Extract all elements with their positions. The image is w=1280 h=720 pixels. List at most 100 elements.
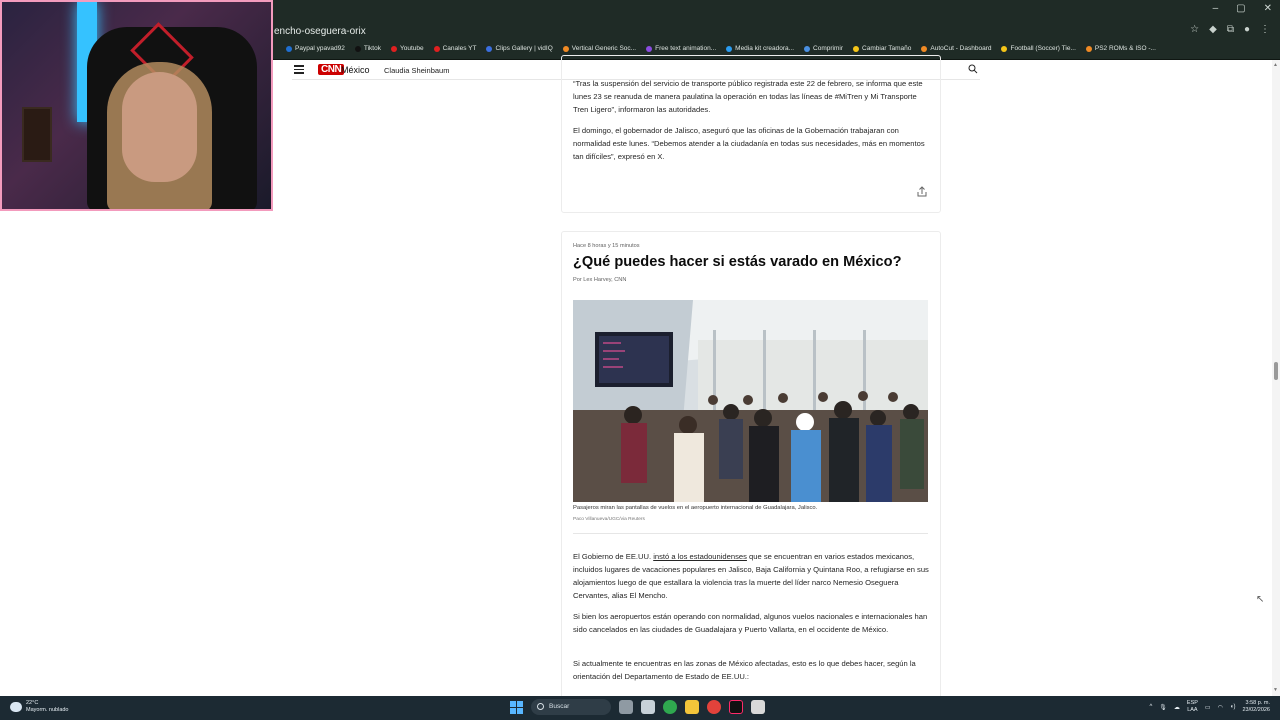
taskbar: 22°C Mayorm. nublado Buscar ^ 🎙 ☁ ESP LA… — [0, 696, 1280, 720]
scroll-up-arrow-icon[interactable]: ▲ — [1273, 62, 1278, 68]
bookmark-item[interactable]: Cambiar Tamaño — [853, 45, 911, 52]
bookmark-favicon-icon — [804, 45, 811, 52]
clock[interactable]: 3:58 p. m. 23/02/2026 — [1242, 700, 1270, 714]
cloud-icon — [10, 702, 22, 712]
maximize-button[interactable]: ▢ — [1236, 3, 1245, 14]
bookmark-item[interactable]: Youtube — [390, 45, 424, 52]
chevron-up-icon[interactable]: ^ — [1149, 704, 1152, 710]
extensions-puzzle-icon[interactable]: ⧉ — [1227, 24, 1234, 35]
bookmark-favicon-icon — [433, 45, 440, 52]
paragraph: El Gobierno de EE.UU. instó a los estado… — [573, 550, 929, 602]
share-icon[interactable] — [916, 186, 928, 198]
bookmark-label: Clips Gallery | vidIQ — [495, 45, 553, 52]
bookmark-label: Canales YT — [442, 45, 477, 52]
menu-dots-icon[interactable]: ⋮ — [1260, 24, 1270, 35]
airport-scene-image — [573, 300, 928, 502]
bookmark-label: Youtube — [399, 45, 424, 52]
wall-frame — [22, 107, 52, 162]
bookmark-item[interactable]: Vertical Generic Soc... — [562, 45, 637, 52]
link-us-citizens[interactable]: instó a los estadounidenses — [653, 552, 747, 561]
bookmark-item[interactable]: AutoCut - Dashboard — [921, 45, 991, 52]
clock-time: 3:58 p. m. — [1245, 700, 1270, 706]
bookmark-favicon-icon — [286, 45, 292, 52]
bookmark-favicon-icon — [486, 45, 493, 52]
close-button[interactable]: ✕ — [1264, 3, 1272, 14]
windows-start-icon[interactable] — [510, 700, 523, 714]
tiktok-icon[interactable] — [729, 700, 743, 714]
cloud-sync-icon[interactable]: ☁ — [1174, 704, 1180, 711]
microphone-icon[interactable]: 🎙 — [1159, 704, 1167, 711]
file-explorer-icon[interactable] — [685, 700, 699, 714]
extension-icon[interactable]: ◆ — [1209, 24, 1217, 35]
search-icon[interactable] — [968, 64, 978, 74]
bookmark-label: AutoCut - Dashboard — [930, 45, 992, 52]
bookmark-favicon-icon — [1001, 45, 1008, 52]
bookmark-favicon-icon — [853, 45, 860, 52]
bookmark-item[interactable]: Football (Soccer) Tie... — [1001, 45, 1076, 52]
bookmark-label: Football (Soccer) Tie... — [1010, 45, 1076, 52]
search-label: Buscar — [549, 703, 570, 710]
webcam-overlay — [0, 0, 273, 211]
bookmark-favicon-icon — [390, 45, 397, 52]
bookmark-favicon-icon — [1085, 45, 1092, 52]
bookmark-label: Tiktok — [363, 45, 381, 52]
streamer-face — [122, 72, 197, 182]
bookmark-favicon-icon — [921, 45, 928, 52]
headline[interactable]: ¿Qué puedes hacer si estás varado en Méx… — [573, 254, 902, 270]
bookmark-item[interactable]: Tiktok — [354, 45, 381, 52]
bookmark-item[interactable]: Clips Gallery | vidIQ — [486, 45, 553, 52]
window-controls: – ▢ ✕ — [1213, 3, 1272, 14]
bookmark-item[interactable]: Canales YT — [433, 45, 477, 52]
bookmark-star-icon[interactable]: ☆ — [1190, 24, 1199, 35]
byline: Por Lex Harvey, CNN — [573, 277, 627, 283]
screen: – ▢ ✕ encho-oseguera-orix ☆ ◆ ⧉ ● ⋮ Payp… — [0, 0, 1280, 720]
timestamp: Hace 8 horas y 15 minutos — [573, 243, 640, 249]
edition-label[interactable]: México — [341, 65, 370, 75]
bookmark-item[interactable]: Free text animation... — [646, 45, 716, 52]
bookmark-favicon-icon — [646, 45, 653, 52]
bookmark-item[interactable]: Paypal ypavad92 — [286, 45, 345, 52]
bookmark-item[interactable]: PS2 ROMs & ISO -... — [1085, 45, 1156, 52]
bookmark-label: Media kit creadora... — [735, 45, 795, 52]
language-code: ESP — [1186, 700, 1198, 706]
photo-credit: Paco Villanueva/UGC/via Reuters — [573, 517, 645, 522]
bookmark-label: Free text animation... — [655, 45, 717, 52]
toolbar-icons: ☆ ◆ ⧉ ● ⋮ — [1190, 24, 1270, 35]
taskbar-center: Buscar — [510, 699, 765, 715]
hamburger-menu-icon[interactable] — [294, 65, 304, 74]
volume-icon[interactable]: ◖) — [1230, 704, 1236, 710]
weather-description: Mayorm. nublado — [26, 707, 69, 713]
bookmark-item[interactable]: Comprimir — [804, 45, 843, 52]
bookmark-item[interactable]: Media kit creadora... — [726, 45, 794, 52]
bookmark-label: Paypal ypavad92 — [295, 45, 345, 52]
taskbar-search[interactable]: Buscar — [531, 699, 611, 715]
divider — [573, 533, 928, 534]
paragraph: El domingo, el gobernador de Jalisco, as… — [573, 126, 925, 161]
monitor-icon[interactable]: ▭ — [1205, 704, 1211, 711]
profile-icon[interactable]: ● — [1244, 24, 1250, 35]
paragraph: “Tras la suspensión del servicio de tran… — [573, 79, 923, 114]
app-icon[interactable] — [751, 700, 765, 714]
bookmark-label: PS2 ROMs & ISO -... — [1094, 45, 1156, 52]
url-field[interactable]: encho-oseguera-orix — [274, 26, 366, 37]
bookmark-favicon-icon — [354, 45, 361, 52]
nav-link-sheinbaum[interactable]: Claudia Sheinbaum — [384, 66, 449, 75]
scrollbar-thumb[interactable] — [1274, 362, 1278, 380]
minimize-button[interactable]: – — [1213, 3, 1219, 14]
keyboard-layout: LAA — [1187, 707, 1198, 713]
scroll-down-arrow-icon[interactable]: ▼ — [1273, 687, 1278, 693]
bookmark-label: Comprimir — [813, 45, 844, 52]
chrome-icon[interactable] — [663, 700, 677, 714]
network-icon[interactable]: ◠ — [1218, 704, 1223, 711]
task-view-icon[interactable] — [641, 700, 655, 714]
paragraph: Si actualmente te encuentras en las zona… — [573, 659, 916, 681]
widgets-icon[interactable] — [619, 700, 633, 714]
bookmark-label: Vertical Generic Soc... — [571, 45, 637, 52]
bookmarks-list: Paypal ypavad92 Tiktok Youtube Canales YT Cl… — [286, 45, 1156, 52]
article-photo[interactable] — [573, 300, 928, 502]
obs-icon[interactable] — [707, 700, 721, 714]
language-indicator[interactable]: ESP LAA — [1187, 700, 1198, 714]
weather-widget[interactable]: 22°C Mayorm. nublado — [10, 700, 69, 714]
mouse-cursor-icon: ↖ — [1256, 594, 1265, 605]
paragraph: Si bien los aeropuertos están operando c… — [573, 612, 928, 634]
